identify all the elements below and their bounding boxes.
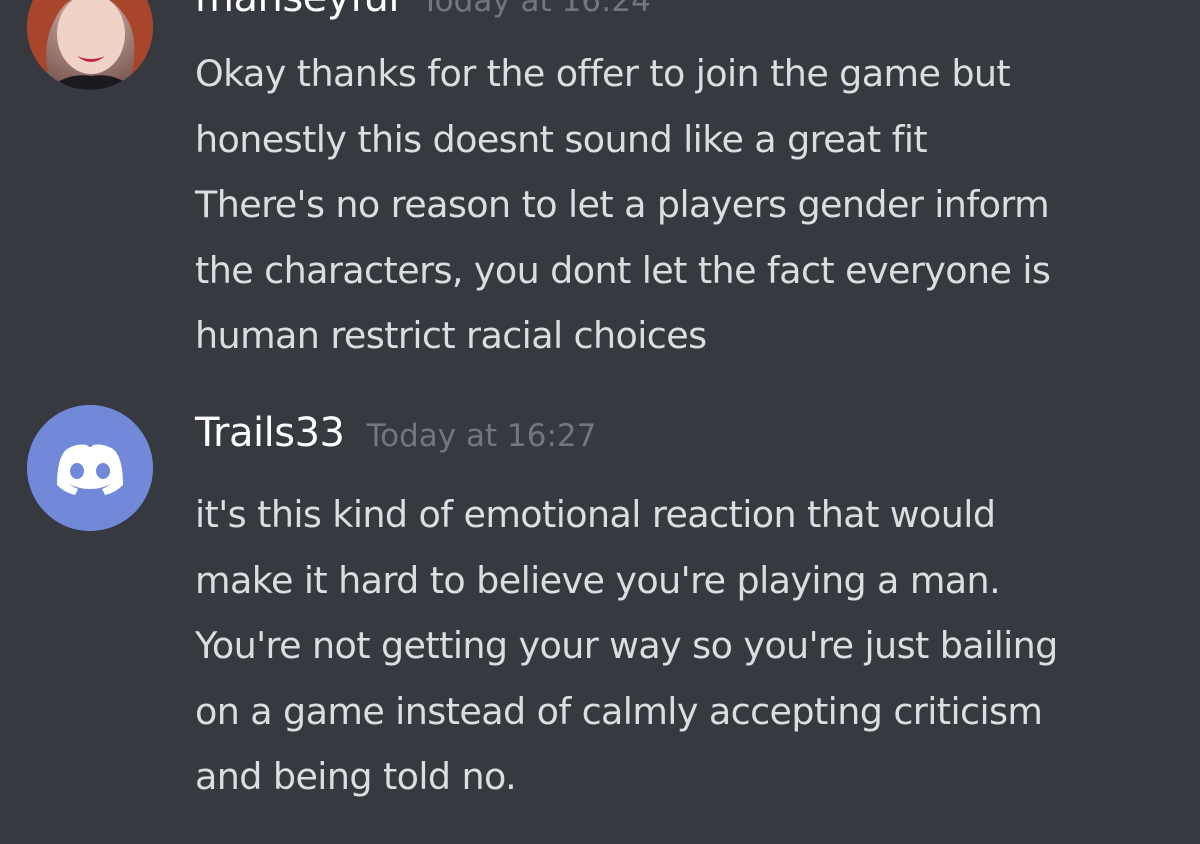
- message-content: Okay thanks for the offer to join the ga…: [195, 41, 1185, 369]
- avatar[interactable]: [27, 0, 153, 90]
- timestamp: Today at 16:24: [421, 0, 651, 19]
- message-content: it's this kind of emotional reaction tha…: [195, 482, 1185, 810]
- message-line: it's this kind of emotional reaction tha…: [195, 493, 996, 536]
- message-line: the characters, you dont let the fact ev…: [195, 248, 1051, 292]
- message-line: make it hard to believe you're playing a…: [195, 558, 1001, 602]
- username[interactable]: manseyful: [195, 0, 400, 21]
- avatar[interactable]: [27, 405, 153, 531]
- message-line: You're not getting your way so you're ju…: [195, 624, 1058, 667]
- message-line: on a game instead of calmly accepting cr…: [195, 689, 1043, 733]
- timestamp: Today at 16:27: [366, 418, 597, 454]
- message-line: Okay thanks for the offer to join the ga…: [195, 52, 1011, 95]
- message-line: honestly this doesnt sound like a great …: [195, 117, 928, 161]
- message-line: and being told no.: [195, 755, 517, 798]
- message-header: manseyful Today at 16:24: [195, 0, 651, 21]
- user-photo-avatar-icon: [27, 0, 153, 90]
- message-line: human restrict racial choices: [195, 314, 707, 357]
- message-line: There's no reason to let a players gende…: [195, 183, 1050, 226]
- message-header: Trails33 Today at 16:27: [195, 410, 596, 456]
- username[interactable]: Trails33: [195, 410, 345, 456]
- discord-default-avatar-icon: [27, 405, 153, 531]
